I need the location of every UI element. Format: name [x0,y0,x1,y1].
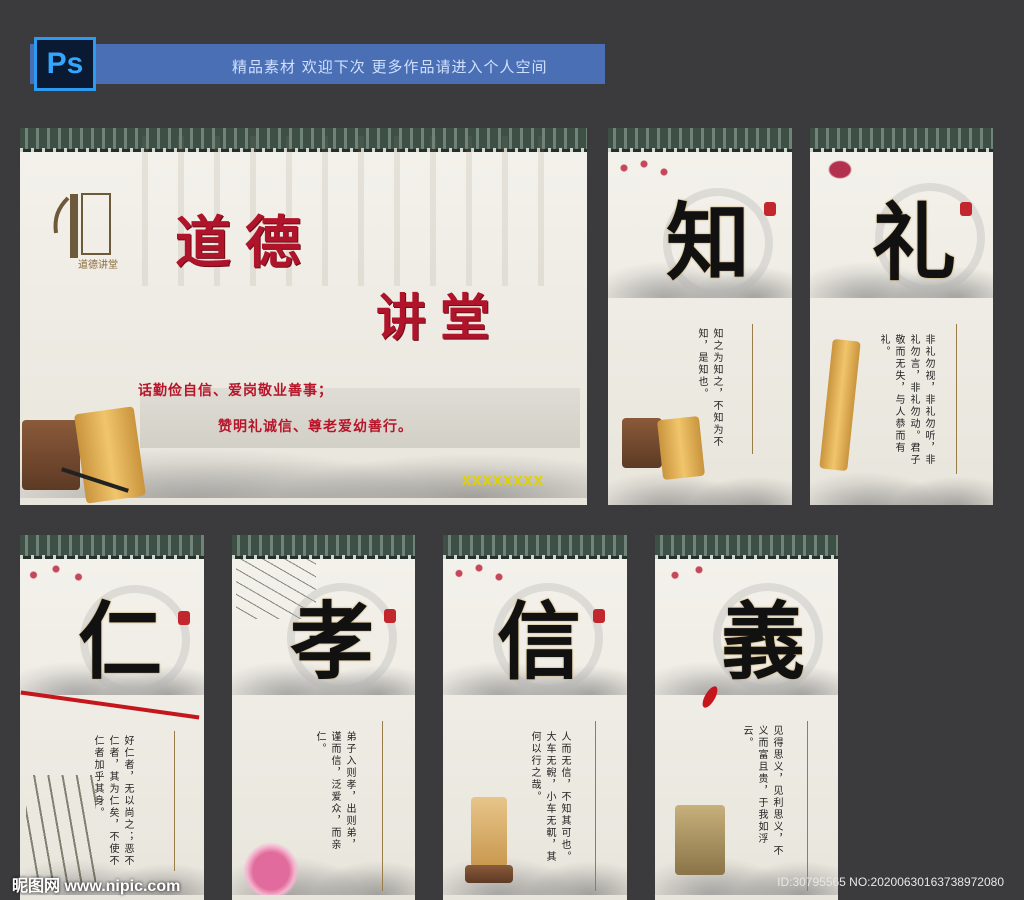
panel-xiao: 孝 弟子入则孝，出则弟，谨而信，泛爱众，而亲仁。 [232,535,415,900]
roof-tiles [20,535,204,559]
red-seal [764,202,776,216]
watermark-left: 昵图网 www.nipic.com [12,878,181,895]
red-seal [960,202,972,216]
bamboo-scroll-image [656,415,706,481]
logo-caption: 道德讲堂 [78,260,118,271]
slogan-line-1: 话勤俭自信、爱岗敬业善事； [138,383,333,399]
divider-line [595,721,596,891]
divider-line [382,721,383,891]
seal-stamp-image [622,418,662,468]
title-line-2: 讲堂 [376,288,504,347]
divider-line [174,731,175,871]
panel-text: 人而无信，不知其可也。大车无輗，小车无軏，其何以行之哉。 [529,731,570,863]
character-xin: 信 [496,592,581,691]
panel-text: 好仁者，无以尚之；恶不仁者，其为仁矣，不使不仁者加乎其身。 [92,735,133,867]
character-ren: 仁 [77,592,162,691]
panel-zhi: 知 知之为知之，不知为不知，是知也。 [608,128,792,505]
divider-line [956,324,957,474]
photoshop-icon: Ps [34,37,96,91]
seal-base-image [465,865,513,883]
red-seal [178,611,190,625]
panel-text: 见得思义，见利思义，不义而富且贵，于我如浮云。 [741,725,782,857]
lotus-image [236,835,306,895]
panel-text: 非礼勿视，非礼勿听，非礼勿言，非礼勿动。君子敬而无失，与人恭而有礼。 [878,334,934,466]
divider-line [807,721,808,891]
character-li: 礼 [871,193,956,292]
roof-tiles [810,128,993,152]
panel-xin: 信 人而无信，不知其可也。大车无輗，小车无軏，其何以行之哉。 [443,535,627,900]
character-yi: 義 [720,592,805,691]
watermark-right: ID:30795565 NO:20200630163738972080 [777,875,1004,889]
character-zhi: 知 [665,193,750,292]
character-xiao: 孝 [289,592,374,691]
roof-tiles [655,535,838,559]
roof-tiles [232,535,415,559]
placeholder-text: XXXXXXXX [462,474,545,488]
panel-text: 弟子入则孝，出则弟，谨而信，泛爱众，而亲仁。 [314,731,355,851]
bamboo-scroll-image [74,406,146,504]
panel-yi: 義 见得思义，见利思义，不义而富且贵，于我如浮云。 [655,535,838,900]
roof-tiles [608,128,792,152]
banner-text: 精品素材 欢迎下次 更多作品请进入个人空间 [232,58,548,76]
red-seal [593,609,605,623]
main-panel: 道德讲堂 道德 讲堂 话勤俭自信、爱岗敬业善事； 赞明礼诚信、尊老爱幼善行。 X… [20,128,587,505]
slogan-line-2: 赞明礼诚信、尊老爱幼善行。 [218,419,413,435]
jade-seal-image [471,797,507,867]
bronze-ding-image [675,805,725,875]
divider-line [752,324,753,454]
bamboo-image [26,775,96,885]
panel-li: 礼 非礼勿视，非礼勿听，非礼勿言，非礼勿动。君子敬而无失，与人恭而有礼。 [810,128,993,505]
title-line-1: 道德 [175,210,315,276]
red-seal [384,609,396,623]
roof-tiles [443,535,627,559]
seal-stamp-image [22,420,80,490]
panel-ren: 仁 好仁者，无以尚之；恶不仁者，其为仁矣，不使不仁者加乎其身。 [20,535,204,900]
logo-icon [53,193,111,258]
